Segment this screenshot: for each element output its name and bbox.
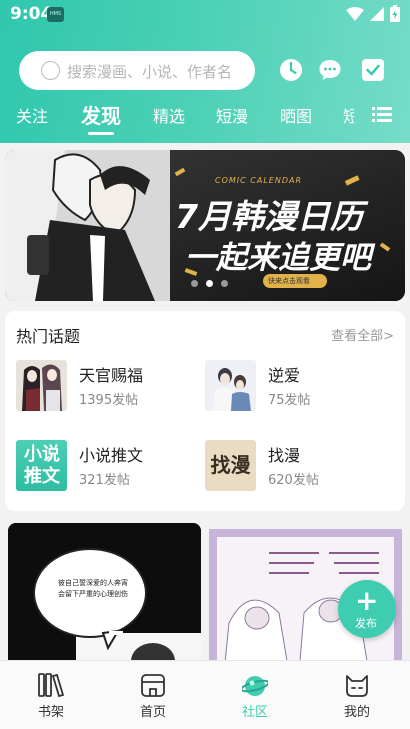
- nav-community[interactable]: 社区: [204, 661, 306, 729]
- tab-selected[interactable]: 精选: [153, 103, 185, 127]
- thumb-text: 找漫: [210, 453, 251, 477]
- banner-pager: [191, 280, 228, 287]
- profile-icon: [346, 675, 368, 697]
- nav-label: 书架: [37, 705, 64, 720]
- topic-post-count: 321发帖: [79, 473, 130, 488]
- plus-icon: +: [355, 584, 379, 617]
- topic-post-count: 620发帖: [268, 473, 319, 488]
- notification-badge: HMS: [47, 7, 64, 22]
- search-bar[interactable]: 搜索漫画、小说、作者名: [19, 51, 255, 90]
- status-bar: 9:04 HMS: [0, 0, 410, 30]
- clock-icon[interactable]: [279, 58, 303, 82]
- feed-card[interactable]: 彼自己誓深爱的人奔宵会留下严重的心理创伤: [8, 523, 201, 673]
- card-speech-text: 彼自己誓深爱的人奔宵会留下严重的心理创伤: [58, 579, 128, 598]
- publish-button[interactable]: + 发布: [338, 580, 396, 638]
- topic-item[interactable]: 逆爱 75发帖: [205, 360, 385, 412]
- topic-name: 逆爱: [268, 366, 301, 385]
- tab-truncated[interactable]: 短: [343, 103, 354, 127]
- nav-home[interactable]: 首页: [102, 661, 204, 729]
- topic-thumbnail: [16, 360, 67, 411]
- signal-icon: [370, 6, 384, 21]
- topic-name: 找漫: [268, 446, 301, 465]
- view-all-link[interactable]: 查看全部>: [331, 325, 394, 344]
- banner-tag: COMIC CALENDAR: [215, 176, 303, 185]
- bookshelf-icon: [38, 673, 64, 698]
- topic-post-count: 75发帖: [268, 393, 311, 408]
- topic-thumbnail: 小说推文: [16, 440, 67, 491]
- pager-dot-active[interactable]: [206, 280, 213, 287]
- banner-headline-1: 7月韩漫日历: [175, 197, 363, 236]
- topic-name: 天官赐福: [79, 366, 144, 385]
- nav-label: 首页: [139, 705, 166, 720]
- nav-label: 我的: [343, 705, 370, 720]
- publish-label: 发布: [355, 617, 377, 630]
- nav-bookshelf[interactable]: 书架: [0, 661, 102, 729]
- promo-banner[interactable]: COMIC CALENDAR 7月韩漫日历 一起来追更吧 快来点击观看: [5, 150, 405, 301]
- topic-thumbnail: [205, 360, 256, 411]
- topic-item[interactable]: 天官赐福 1395发帖: [16, 360, 196, 412]
- tab-photo-share[interactable]: 晒图: [280, 103, 312, 127]
- topic-item[interactable]: 小说推文 小说推文 321发帖: [16, 440, 196, 492]
- topic-post-count: 1395发帖: [79, 393, 139, 408]
- status-icons: [346, 5, 400, 22]
- tab-follow[interactable]: 关注: [16, 103, 48, 127]
- topic-name: 小说推文: [79, 446, 144, 465]
- bottom-navigation: 书架 首页 社区 我的: [0, 660, 410, 729]
- search-placeholder: 搜索漫画、小说、作者名: [67, 63, 233, 81]
- search-icon: [41, 61, 60, 80]
- category-tabs: 关注 发现 精选 短漫 晒图 短: [0, 98, 410, 138]
- tab-short-comics[interactable]: 短漫: [216, 103, 248, 127]
- tab-menu-icon[interactable]: [372, 106, 392, 122]
- tab-discover[interactable]: 发现: [81, 100, 121, 129]
- thumb-text: 小说推文: [24, 444, 60, 487]
- hot-topics-section: 热门话题 查看全部> 天官赐福 1395发帖 逆爱 75发帖 小说推文 小说推文…: [5, 311, 405, 511]
- nav-label: 社区: [241, 705, 268, 720]
- topic-item[interactable]: 找漫 找漫 620发帖: [205, 440, 385, 492]
- banner-headline-2: 一起来追更吧: [185, 240, 371, 276]
- wifi-icon: [346, 6, 364, 21]
- pager-dot[interactable]: [191, 280, 198, 287]
- status-time: 9:04: [10, 4, 53, 24]
- home-icon: [141, 674, 165, 697]
- nav-profile[interactable]: 我的: [306, 661, 408, 729]
- pager-dot[interactable]: [221, 280, 228, 287]
- banner-cta-button[interactable]: 快来点击观看: [268, 276, 310, 286]
- topic-thumbnail: 找漫: [205, 440, 256, 491]
- community-icon: [242, 676, 268, 696]
- battery-icon: [390, 5, 400, 22]
- active-tab-indicator: [88, 132, 114, 135]
- section-title: 热门话题: [16, 327, 81, 346]
- chat-icon[interactable]: [318, 58, 342, 82]
- checkin-icon[interactable]: [361, 58, 385, 82]
